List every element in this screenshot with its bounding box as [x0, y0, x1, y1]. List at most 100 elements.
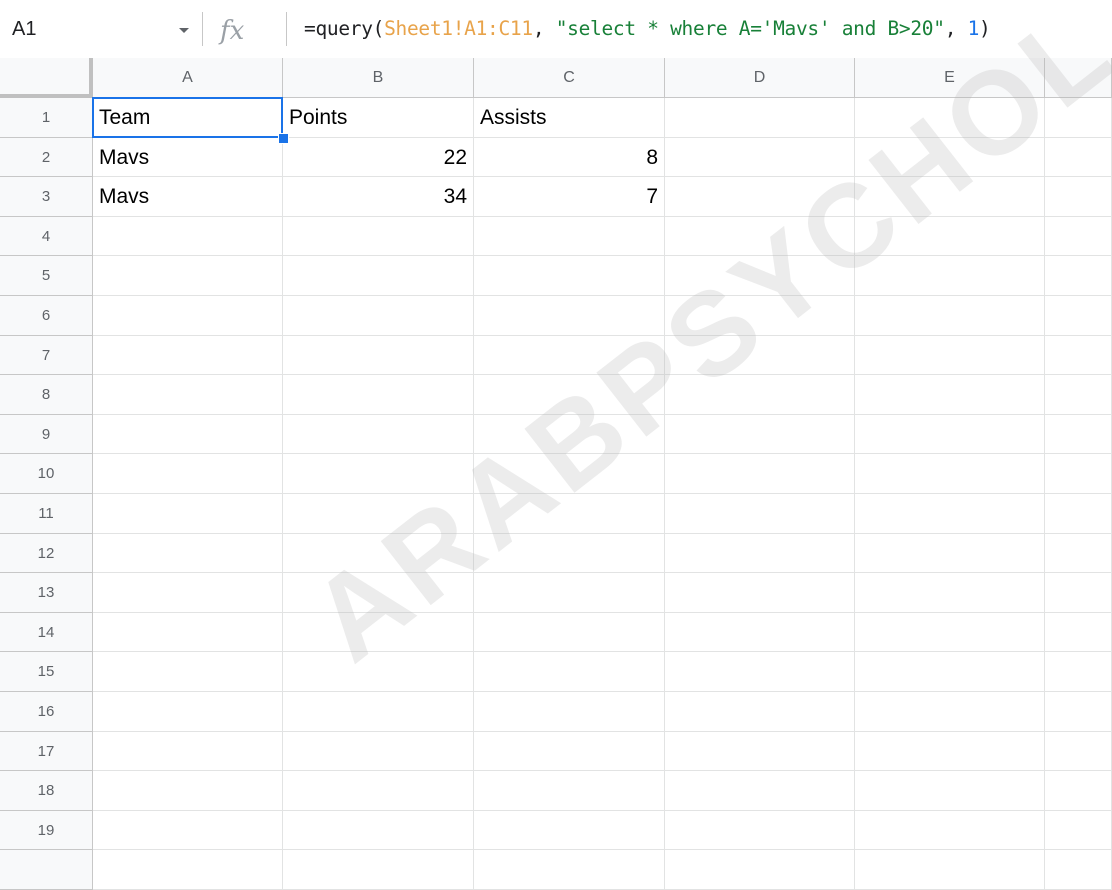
cell-e2[interactable] — [855, 137, 1045, 178]
cell-b11[interactable] — [283, 494, 474, 534]
cell-d19[interactable] — [665, 810, 855, 851]
cell-d8[interactable] — [665, 375, 855, 415]
cell-e12[interactable] — [855, 533, 1045, 574]
cell-b1[interactable]: Points — [283, 98, 474, 138]
cell-b7[interactable] — [283, 335, 474, 376]
cell-f8[interactable] — [1045, 375, 1112, 415]
cell-d11[interactable] — [665, 494, 855, 534]
cell-e16[interactable] — [855, 692, 1045, 732]
row-header-11[interactable]: 11 — [0, 494, 93, 534]
cell-c14[interactable] — [474, 612, 665, 653]
cell-f12[interactable] — [1045, 533, 1112, 574]
cell-e8[interactable] — [855, 375, 1045, 415]
cell-a18[interactable] — [93, 771, 283, 811]
cell-c11[interactable] — [474, 494, 665, 534]
cell-a14[interactable] — [93, 612, 283, 653]
cell-a15[interactable] — [93, 652, 283, 692]
column-header-a[interactable]: A — [93, 58, 283, 98]
cell-c4[interactable] — [474, 216, 665, 257]
cell-e20[interactable] — [855, 850, 1045, 890]
cell-a16[interactable] — [93, 692, 283, 732]
cell-b2[interactable]: 22 — [283, 137, 474, 178]
cell-b18[interactable] — [283, 771, 474, 811]
cell-c3[interactable]: 7 — [474, 177, 665, 217]
cell-d10[interactable] — [665, 454, 855, 494]
cell-e15[interactable] — [855, 652, 1045, 692]
cell-c20[interactable] — [474, 850, 665, 890]
cell-d1[interactable] — [665, 98, 855, 138]
cell-f20[interactable] — [1045, 850, 1112, 890]
cell-a2[interactable]: Mavs — [93, 137, 283, 178]
cell-b17[interactable] — [283, 731, 474, 772]
cell-a9[interactable] — [93, 414, 283, 455]
chevron-down-icon[interactable] — [172, 18, 196, 42]
cell-f7[interactable] — [1045, 335, 1112, 376]
cell-e19[interactable] — [855, 810, 1045, 851]
row-header-3[interactable]: 3 — [0, 177, 93, 217]
row-header-19[interactable]: 19 — [0, 810, 93, 851]
formula-input[interactable]: =query(Sheet1!A1:C11, "select * where A=… — [304, 14, 991, 44]
column-header-c[interactable]: C — [474, 58, 665, 98]
cell-c17[interactable] — [474, 731, 665, 772]
name-box[interactable]: A1 — [12, 14, 36, 44]
cell-f18[interactable] — [1045, 771, 1112, 811]
cell-f3[interactable] — [1045, 177, 1112, 217]
cell-d6[interactable] — [665, 296, 855, 336]
cell-a20[interactable] — [93, 850, 283, 890]
row-header-2[interactable]: 2 — [0, 137, 93, 178]
column-header-e[interactable]: E — [855, 58, 1045, 98]
cell-a19[interactable] — [93, 810, 283, 851]
row-header-7[interactable]: 7 — [0, 335, 93, 376]
cell-f6[interactable] — [1045, 296, 1112, 336]
cell-c2[interactable]: 8 — [474, 137, 665, 178]
cell-c7[interactable] — [474, 335, 665, 376]
cell-d5[interactable] — [665, 256, 855, 296]
cell-b12[interactable] — [283, 533, 474, 574]
cell-d16[interactable] — [665, 692, 855, 732]
cell-e18[interactable] — [855, 771, 1045, 811]
cell-f13[interactable] — [1045, 573, 1112, 613]
cell-d9[interactable] — [665, 414, 855, 455]
cell-f16[interactable] — [1045, 692, 1112, 732]
cell-e13[interactable] — [855, 573, 1045, 613]
cell-f5[interactable] — [1045, 256, 1112, 296]
cell-e11[interactable] — [855, 494, 1045, 534]
cell-d20[interactable] — [665, 850, 855, 890]
cell-c10[interactable] — [474, 454, 665, 494]
cell-c19[interactable] — [474, 810, 665, 851]
cell-f2[interactable] — [1045, 137, 1112, 178]
cell-f10[interactable] — [1045, 454, 1112, 494]
cell-d17[interactable] — [665, 731, 855, 772]
cell-e9[interactable] — [855, 414, 1045, 455]
select-all-corner[interactable] — [0, 58, 93, 98]
row-header-6[interactable]: 6 — [0, 296, 93, 336]
cell-b3[interactable]: 34 — [283, 177, 474, 217]
cell-b9[interactable] — [283, 414, 474, 455]
cell-e14[interactable] — [855, 612, 1045, 653]
row-header-18[interactable]: 18 — [0, 771, 93, 811]
row-header-17[interactable]: 17 — [0, 731, 93, 772]
cell-a1[interactable]: Team — [93, 98, 283, 138]
cell-d7[interactable] — [665, 335, 855, 376]
cell-c15[interactable] — [474, 652, 665, 692]
row-header-5[interactable]: 5 — [0, 256, 93, 296]
cell-f14[interactable] — [1045, 612, 1112, 653]
cell-b16[interactable] — [283, 692, 474, 732]
cell-e6[interactable] — [855, 296, 1045, 336]
cell-a13[interactable] — [93, 573, 283, 613]
cell-b5[interactable] — [283, 256, 474, 296]
cell-c9[interactable] — [474, 414, 665, 455]
cell-d18[interactable] — [665, 771, 855, 811]
cell-f1[interactable] — [1045, 98, 1112, 138]
cell-e10[interactable] — [855, 454, 1045, 494]
cell-a6[interactable] — [93, 296, 283, 336]
cell-f15[interactable] — [1045, 652, 1112, 692]
cell-d13[interactable] — [665, 573, 855, 613]
row-header-12[interactable]: 12 — [0, 533, 93, 574]
row-header-4[interactable]: 4 — [0, 216, 93, 257]
cell-c1[interactable]: Assists — [474, 98, 665, 138]
cell-d12[interactable] — [665, 533, 855, 574]
cell-d14[interactable] — [665, 612, 855, 653]
cell-b15[interactable] — [283, 652, 474, 692]
cell-a8[interactable] — [93, 375, 283, 415]
